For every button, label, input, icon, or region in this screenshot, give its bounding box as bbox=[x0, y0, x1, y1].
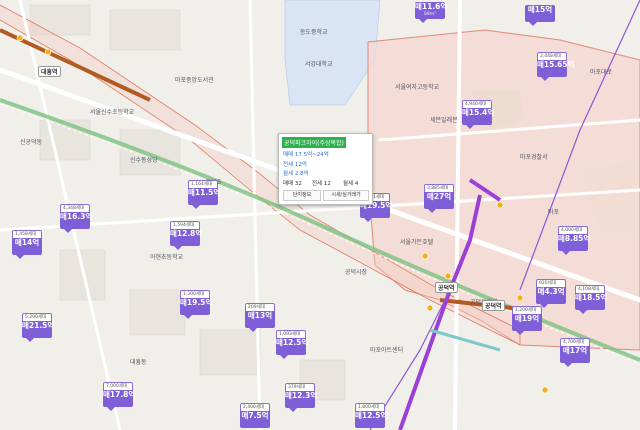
map-label: 신수동성당 bbox=[130, 157, 158, 164]
map-label: 마포중앙도서관 bbox=[175, 77, 214, 84]
price-marker[interactable]: 4,700세대 매17억 bbox=[560, 338, 590, 367]
price-marker[interactable]: 920세대 매4.3억 bbox=[536, 279, 566, 308]
map-label: 마포아트센터 bbox=[370, 347, 404, 354]
price-marker[interactable]: 2,400세대 매7.5억 bbox=[240, 403, 270, 428]
map-label: 아현초등학교 bbox=[150, 254, 184, 261]
price-marker[interactable]: 4,348세대 매16.3억 bbox=[60, 204, 92, 233]
complex-info-popup[interactable]: 공덕파크자이(주상복합) 매매 17.5억~24억 전세 12억 월세 2.8억… bbox=[278, 133, 373, 205]
price-marker[interactable]: 7,000세대 매17.8억 bbox=[103, 382, 135, 411]
price-marker[interactable]: 1,800세대 매12.5억 bbox=[355, 403, 387, 428]
wolse-count: 월세 4 bbox=[343, 181, 359, 187]
complex-info-button[interactable]: 단지정보 bbox=[283, 190, 321, 201]
price-marker[interactable]: 1,093세대 매12.5억 bbox=[276, 330, 308, 359]
sale-count: 매매 32 bbox=[283, 181, 302, 187]
map-label: 서울신수초등학교 bbox=[90, 109, 135, 116]
jeonse-range: 전세 12억 bbox=[283, 162, 307, 168]
price-marker[interactable]: 5,290세대 매21.5억 bbox=[22, 313, 54, 342]
map-label: 대흥동 bbox=[130, 359, 147, 366]
complex-name: 공덕파크자이(주상복합) bbox=[282, 137, 346, 148]
map-label: 서울여자고등학교 bbox=[395, 84, 440, 91]
station-label-gongdeok-exit[interactable]: 공덕역 bbox=[482, 300, 505, 311]
price-marker[interactable]: 4,108세대 매18.5억 bbox=[575, 285, 607, 314]
station-label-gongdeok[interactable]: 공덕역 bbox=[435, 282, 458, 293]
station-label-daeheung[interactable]: 대흥역 bbox=[38, 66, 61, 77]
map-label: 서강대학교 bbox=[305, 61, 333, 68]
map-label: 동도중학교 bbox=[300, 29, 328, 36]
price-marker[interactable]: 379세대 매12.3억 bbox=[285, 383, 317, 412]
map-label: 마포경찰서 bbox=[520, 154, 548, 161]
wolse-range: 월세 2.8억 bbox=[283, 171, 309, 177]
price-marker[interactable]: 4,940세대 매15.4억 bbox=[462, 100, 494, 129]
price-marker[interactable]: 1,164세대 매11.5억 bbox=[188, 180, 220, 209]
price-marker[interactable]: 209세대 매13억 bbox=[245, 303, 275, 332]
price-marker[interactable]: 1,458세대 매14억 bbox=[12, 230, 42, 259]
price-marker[interactable]: 1,200세대 매19억 bbox=[512, 306, 542, 335]
map-label: 서울가든호텔 bbox=[400, 239, 434, 246]
price-marker[interactable]: 3,885세대 매27억 bbox=[424, 184, 454, 213]
sale-range: 매매 17.5억~24억 bbox=[283, 152, 329, 158]
price-marker[interactable]: 매15억 bbox=[525, 5, 555, 26]
map-label: 세븐일레븐 bbox=[430, 117, 458, 124]
price-marker[interactable]: 2,448세대 매15.65억 bbox=[537, 52, 575, 81]
map-label: 신공덕동 bbox=[20, 139, 43, 146]
price-marker[interactable]: 4,000세대 매8.85억 bbox=[558, 226, 590, 255]
map-label: 마포대로 bbox=[590, 69, 613, 76]
map-label: 공덕시장 bbox=[345, 269, 368, 276]
map-label: 마포 bbox=[548, 209, 560, 216]
price-marker[interactable]: 1,300세대 매19.5억 bbox=[180, 290, 212, 319]
price-history-button[interactable]: 시세/실거래가 bbox=[323, 190, 369, 201]
price-marker[interactable]: 매11.6억 88m² bbox=[415, 2, 447, 23]
price-marker[interactable]: 1,594세대 매12.8억 bbox=[170, 221, 202, 250]
jeonse-count: 전세 12 bbox=[312, 181, 331, 187]
